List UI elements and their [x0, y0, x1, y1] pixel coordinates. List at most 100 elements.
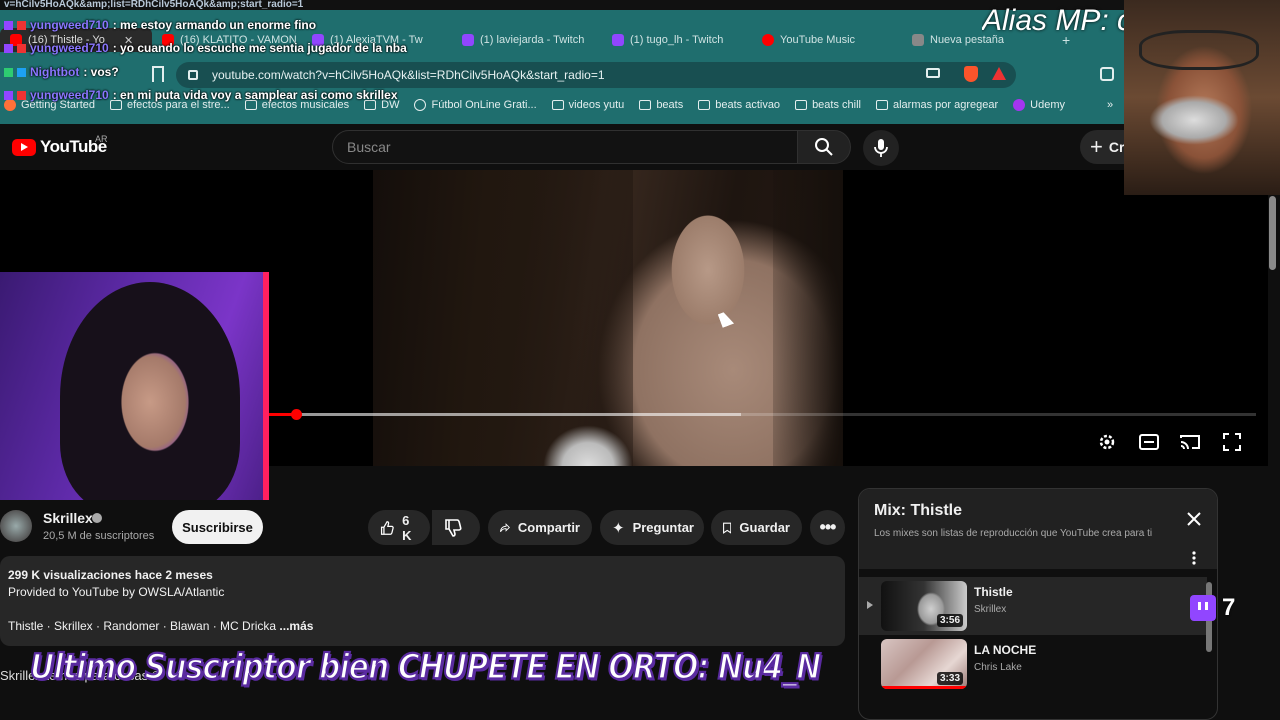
globe-icon	[414, 99, 427, 111]
region-code: AR	[95, 134, 108, 144]
sub-badge-icon	[4, 20, 13, 30]
mix-title[interactable]: Mix: Thistle	[874, 502, 962, 520]
brave-shield-icon[interactable]	[964, 66, 978, 82]
mix-item-artist: Skrillex	[974, 604, 1007, 615]
mod-badge-icon	[17, 43, 26, 53]
brave-rewards-icon[interactable]	[992, 67, 1006, 80]
search-button[interactable]	[797, 130, 851, 164]
shield-tab-icon	[912, 34, 924, 46]
mix-header: Mix: Thistle Los mixes son listas de rep…	[859, 489, 1217, 569]
mix-thumbnail: 3:56	[881, 581, 967, 631]
bookmark-label: beats activao	[715, 99, 781, 111]
secondary-webcam	[1124, 0, 1280, 195]
cast-button[interactable]	[1178, 432, 1202, 452]
video-frame	[373, 170, 843, 466]
plus-icon: +	[1090, 134, 1103, 159]
folder-icon	[875, 100, 888, 110]
description-line: Provided to YouTube by OWSLA/Atlantic	[8, 585, 225, 599]
bookmark-videos-yutu[interactable]: videos yutu	[551, 99, 624, 111]
bookmark-beats[interactable]: beats	[639, 99, 683, 111]
youtube-play-icon	[12, 138, 36, 156]
more-actions-button[interactable]: •••	[810, 510, 845, 545]
gear-icon	[1099, 434, 1115, 450]
search-placeholder: Buscar	[347, 139, 391, 155]
youtube-logo[interactable]: YouTube	[12, 137, 107, 157]
youtube-header: YouTube AR Buscar + Cr	[0, 124, 1280, 170]
bookmark-label: Udemy	[1030, 99, 1065, 111]
twitch-tab-icon	[462, 34, 474, 46]
address-text: youtube.com/watch?v=hCilv5HoAQk&list=RDh…	[212, 68, 605, 82]
folder-icon	[639, 100, 652, 110]
cast-icon[interactable]	[926, 68, 940, 78]
dislike-button[interactable]	[432, 510, 480, 545]
microphone-icon	[874, 139, 888, 157]
sparkle-icon: ✦	[612, 519, 625, 537]
duration-badge: 3:56	[936, 614, 963, 627]
page-scrollbar[interactable]	[1269, 196, 1276, 270]
chat-user: yungweed710	[30, 88, 109, 102]
latest-subscriber-banner: Ultimo Suscriptor bien CHUPETE EN ORTO: …	[29, 646, 822, 689]
bookmark-alarmas[interactable]: alarmas por agregear	[875, 99, 998, 111]
cast-icon	[1180, 435, 1200, 450]
sub-badge-icon	[4, 43, 13, 53]
video-collar-shape	[543, 425, 633, 466]
channel-name[interactable]: Skrillex	[43, 510, 93, 526]
chat-message: yungweed710: en mi puta vida voy a sampl…	[4, 88, 398, 102]
settings-button[interactable]	[1095, 432, 1119, 452]
bookmark-star-icon[interactable]	[152, 66, 164, 82]
fullscreen-button[interactable]	[1220, 432, 1244, 452]
tab-tugo[interactable]: (1) tugo_lh - Twitch	[602, 28, 752, 52]
more-horizontal-icon: •••	[819, 517, 837, 537]
subscriber-count: 20,5 M de suscriptores	[43, 530, 155, 542]
now-playing-icon	[867, 601, 873, 609]
verified-badge-icon	[17, 67, 26, 77]
channel-avatar[interactable]	[0, 510, 32, 542]
chat-message: Nightbot: vos?	[4, 65, 119, 79]
verified-check-icon	[92, 513, 102, 523]
chat-user: yungweed710	[30, 41, 109, 55]
bookmark-udemy[interactable]: Udemy	[1013, 99, 1065, 111]
video-hair-shape	[373, 170, 633, 466]
tab-youtube-music[interactable]: YouTube Music	[752, 28, 902, 52]
show-more-link[interactable]: ...más	[276, 619, 313, 633]
mix-thumbnail: 3:33	[881, 639, 967, 689]
create-label: Cr	[1108, 139, 1125, 155]
save-button[interactable]: Guardar	[711, 510, 802, 545]
bookmark-beats-activao[interactable]: beats activao	[698, 99, 780, 111]
thumbs-down-icon	[445, 518, 462, 537]
mix-item-title: LA NOCHE	[974, 643, 1037, 657]
theater-mode-button[interactable]	[1137, 432, 1161, 452]
tab-laviejarda[interactable]: (1) laviejarda - Twitch	[452, 28, 602, 52]
ask-label: Preguntar	[632, 520, 694, 535]
ask-button[interactable]: ✦ Preguntar	[600, 510, 704, 545]
webcam-hair-shape	[60, 282, 240, 500]
bookmark-futbol[interactable]: Fútbol OnLine Grati...	[414, 99, 537, 111]
video-description[interactable]: 299 K visualizaciones hace 2 meses Provi…	[0, 556, 845, 646]
youtube-music-tab-icon	[762, 34, 774, 46]
duration-badge: 3:33	[936, 672, 963, 685]
share-button[interactable]: Compartir	[488, 510, 592, 545]
extensions-icon[interactable]	[1100, 67, 1114, 81]
bookmark-beats-chill[interactable]: beats chill	[795, 99, 861, 111]
alias-overlay-text: Alias MP: c	[982, 4, 1124, 37]
streamer-webcam	[0, 272, 269, 500]
mix-item[interactable]: 3:33 LA NOCHE Chris Lake	[859, 635, 1207, 693]
site-settings-icon[interactable]	[188, 70, 198, 80]
like-button[interactable]: 6 K	[368, 510, 430, 545]
progress-buffered	[296, 413, 741, 416]
webcam-border	[263, 272, 269, 500]
chat-text: : yo cuando lo escuche me sentia jugador…	[112, 41, 407, 55]
view-stats: 299 K visualizaciones hace 2 meses	[8, 568, 213, 582]
subscribe-button[interactable]: Suscribirse	[172, 510, 263, 544]
more-vertical-icon[interactable]	[1192, 551, 1196, 565]
theater-icon	[1139, 434, 1159, 450]
progress-scrubber[interactable]	[291, 409, 302, 420]
mix-item[interactable]: 3:56 Thistle Skrillex	[859, 577, 1207, 635]
search-input[interactable]: Buscar	[332, 130, 798, 164]
viewer-count: 7	[1222, 594, 1236, 621]
bookmarks-overflow-icon[interactable]: »	[1107, 99, 1113, 111]
voice-search-button[interactable]	[863, 130, 899, 166]
address-bar[interactable]: youtube.com/watch?v=hCilv5HoAQk&list=RDh…	[176, 62, 1016, 88]
cam-glasses-shape	[1139, 30, 1259, 70]
close-icon[interactable]	[1186, 511, 1202, 527]
